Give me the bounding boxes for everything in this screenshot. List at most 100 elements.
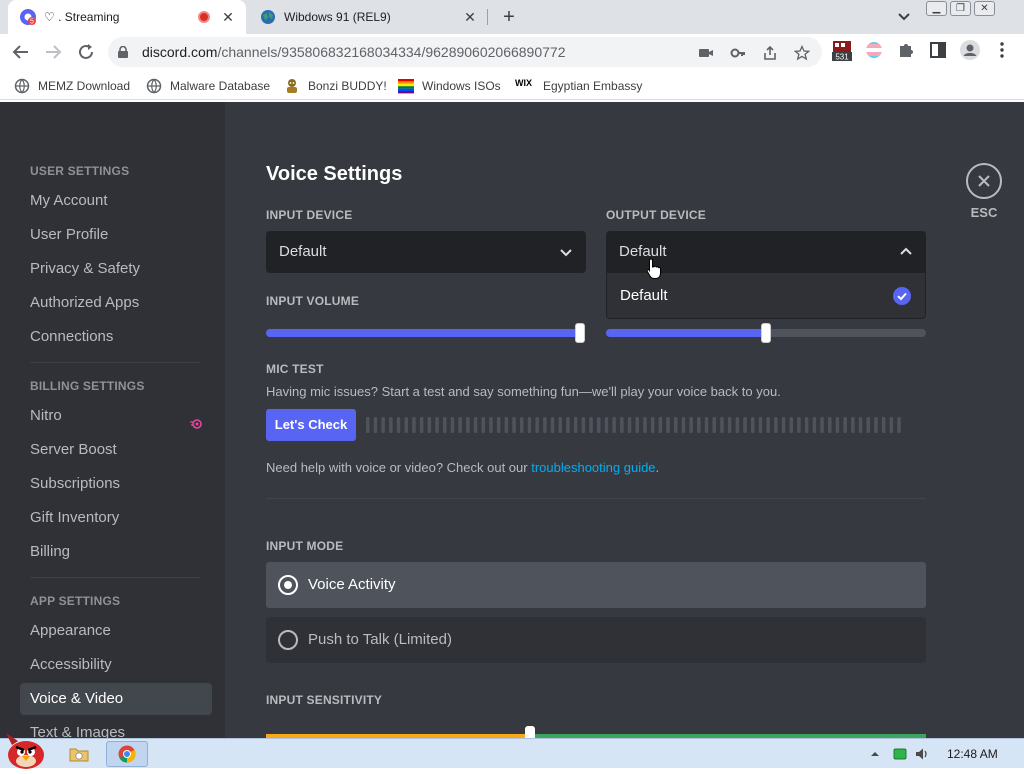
meter-tick <box>435 417 439 433</box>
taskbar-clock: 12:48 AM <box>947 747 998 761</box>
help-text: Need help with voice or video? Check out… <box>266 460 660 475</box>
start-angry-bird-icon[interactable] <box>2 731 50 769</box>
meter-tick <box>620 417 624 433</box>
output-volume-handle[interactable] <box>761 323 771 343</box>
sidebar-item-label: Nitro <box>30 407 62 424</box>
sidebar-item-my-account[interactable]: My Account <box>20 185 212 217</box>
meter-tick <box>897 417 901 433</box>
profile-avatar-icon[interactable] <box>960 40 980 60</box>
lets-check-button[interactable]: Let's Check <box>266 409 356 441</box>
meter-tick <box>812 417 817 433</box>
tray-status-icon[interactable] <box>893 747 907 761</box>
taskbar-explorer-icon[interactable] <box>58 741 100 767</box>
radio-voice-activity[interactable]: Voice Activity <box>266 562 926 608</box>
sidebar-item-voice-video[interactable]: Voice & Video <box>20 683 212 715</box>
sidebar-item-server-boost[interactable]: Server Boost <box>20 434 212 466</box>
meter-tick <box>843 417 847 433</box>
sidebar-item-privacy-safety[interactable]: Privacy & Safety <box>20 253 212 285</box>
sidebar-item-appearance[interactable]: Appearance <box>20 615 212 647</box>
troubleshooting-guide-link[interactable]: troubleshooting guide <box>531 460 655 475</box>
extension-badge-icon[interactable]: 531 <box>832 40 852 62</box>
input-volume-slider[interactable] <box>266 323 585 343</box>
bookmark-windows-isos[interactable]: Windows ISOs <box>398 77 501 95</box>
meter-tick <box>866 417 870 433</box>
sidebar-divider <box>30 577 200 578</box>
hand-cursor-icon <box>646 258 662 280</box>
meter-tick <box>828 417 832 433</box>
bookmark-bonzi-buddy[interactable]: Bonzi BUDDY! <box>284 77 387 95</box>
chrome-menu-icon[interactable] <box>992 40 1012 60</box>
sidebar-item-authorized-apps[interactable]: Authorized Apps <box>20 287 212 319</box>
bookmark-memz[interactable]: MEMZ Download <box>14 77 130 95</box>
key-icon[interactable] <box>730 45 746 61</box>
sidebar-item-subscriptions[interactable]: Subscriptions <box>20 468 212 500</box>
side-panel-icon[interactable] <box>928 40 948 60</box>
meter-tick <box>443 417 447 433</box>
tab-strip: 5 ♡ . Streaming ✕ Wibdows 91 (REL9) ✕ + … <box>0 0 1024 34</box>
tab-search-chevron-icon[interactable] <box>894 8 914 26</box>
meter-tick <box>573 417 578 433</box>
output-volume-slider[interactable] <box>606 323 926 343</box>
meter-tick <box>504 417 509 433</box>
taskbar-chrome-icon[interactable] <box>106 741 148 767</box>
input-device-select[interactable]: Default <box>266 231 586 273</box>
sidebar-item-gift-inventory[interactable]: Gift Inventory <box>20 502 212 534</box>
bookmark-label: Windows ISOs <box>422 79 501 93</box>
discord-settings: USER SETTINGS My Account User Profile Pr… <box>0 102 1024 738</box>
radio-push-to-talk[interactable]: Push to Talk (Limited) <box>266 617 926 663</box>
url-text: discord.com/channels/935806832168034334/… <box>142 44 566 60</box>
meter-tick <box>727 417 732 433</box>
restore-icon[interactable]: ❐ <box>950 1 971 16</box>
meter-tick <box>804 417 809 433</box>
tab-title: Wibdows 91 (REL9) <box>284 10 391 24</box>
meter-tick <box>520 417 524 433</box>
camera-icon[interactable] <box>698 45 714 61</box>
lock-icon[interactable] <box>118 45 128 58</box>
meter-tick <box>427 417 432 433</box>
meter-tick <box>643 417 647 433</box>
meter-tick <box>604 417 609 433</box>
bookmark-label: Bonzi BUDDY! <box>308 79 387 93</box>
close-tab-icon[interactable]: ✕ <box>220 9 236 25</box>
forward-icon[interactable] <box>42 41 64 63</box>
reload-icon[interactable] <box>75 41 97 63</box>
meter-tick <box>735 417 740 433</box>
close-settings[interactable]: ESC <box>966 163 1002 220</box>
meter-tick <box>681 417 686 433</box>
window-controls: ▁ ❐ ✕ <box>926 1 995 16</box>
meter-tick <box>566 417 570 433</box>
meter-tick <box>366 417 370 433</box>
puzzle-extensions-icon[interactable] <box>896 40 916 60</box>
share-icon[interactable] <box>762 45 778 61</box>
sidebar-item-connections[interactable]: Connections <box>20 321 212 353</box>
meter-tick <box>389 417 393 433</box>
sidebar-item-billing[interactable]: Billing <box>20 536 212 568</box>
new-tab-icon[interactable]: + <box>498 6 520 28</box>
minimize-icon[interactable]: ▁ <box>926 1 947 16</box>
sidebar-item-nitro[interactable]: Nitro <box>20 400 212 432</box>
close-window-icon[interactable]: ✕ <box>974 1 995 16</box>
back-icon[interactable] <box>10 41 32 63</box>
meter-tick <box>889 417 894 433</box>
bookmark-egyptian-embassy[interactable]: WIX Egyptian Embassy <box>515 77 642 95</box>
trans-flag-extension-icon[interactable] <box>864 40 884 60</box>
bookmark-star-icon[interactable] <box>793 44 811 61</box>
tab-streaming[interactable]: 5 ♡ . Streaming ✕ <box>8 0 246 34</box>
close-icon[interactable] <box>966 163 1002 199</box>
sidebar-item-user-profile[interactable]: User Profile <box>20 219 212 251</box>
close-tab-icon[interactable]: ✕ <box>462 9 478 25</box>
nitro-icon <box>190 410 202 429</box>
input-volume-handle[interactable] <box>575 323 585 343</box>
tray-expand-icon[interactable] <box>868 747 882 761</box>
volume-icon[interactable] <box>915 747 929 761</box>
dropdown-option-default[interactable]: Default <box>620 287 668 304</box>
mic-level-meter <box>366 417 906 433</box>
bookmark-label: Egyptian Embassy <box>543 79 643 93</box>
bookmark-malware-database[interactable]: Malware Database <box>146 77 270 95</box>
sidebar-item-accessibility[interactable]: Accessibility <box>20 649 212 681</box>
tab-wibdows[interactable]: Wibdows 91 (REL9) ✕ <box>248 0 488 34</box>
address-bar[interactable]: discord.com/channels/935806832168034334/… <box>108 37 822 67</box>
sensitivity-handle[interactable] <box>525 726 535 738</box>
meter-tick <box>512 417 516 433</box>
meter-tick <box>589 417 593 433</box>
